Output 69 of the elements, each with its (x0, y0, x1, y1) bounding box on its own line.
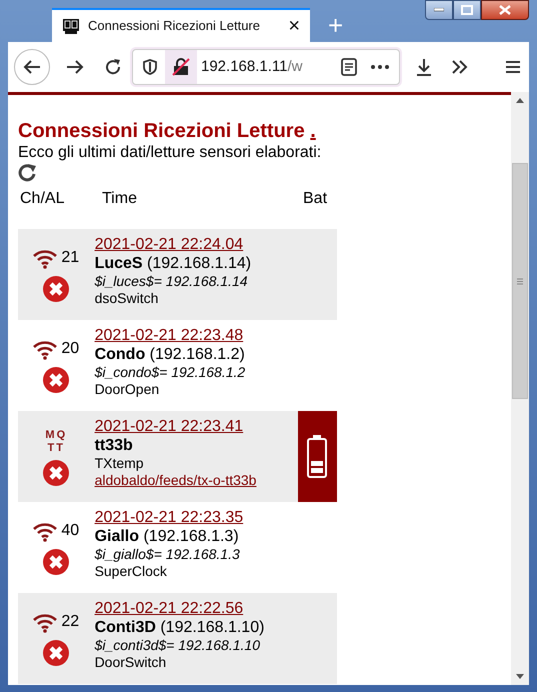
variable-text: $i_conti3d$= 192.168.1.10 (94, 637, 260, 654)
variable-text: $i_luces$= 192.168.1.14 (94, 273, 248, 290)
broken-lock-icon[interactable] (172, 58, 190, 76)
column-header: Bat (303, 190, 328, 207)
wifi-icon (33, 340, 58, 360)
reader-view-icon[interactable] (341, 58, 357, 76)
page-title: Connessioni Ricezioni Letture (18, 120, 305, 142)
menu-icon[interactable] (505, 60, 521, 74)
device-type: TXtemp (94, 455, 144, 472)
timestamp-link[interactable]: 2021-02-21 22:23.41 (94, 417, 244, 436)
error-icon (42, 275, 70, 303)
maximize-icon (461, 5, 473, 15)
reload-icon[interactable] (104, 58, 122, 76)
back-button[interactable] (14, 49, 50, 85)
error-icon (42, 366, 70, 394)
device-name: tt33b (94, 436, 133, 455)
error-icon (42, 548, 70, 576)
device-name: Condo (192.168.1.2) (94, 345, 245, 364)
wifi-icon (33, 522, 58, 542)
subtitle-text: Ecco gli ultimi dati/letture sensori elaborati: (18, 144, 322, 162)
shield-icon[interactable] (143, 59, 157, 75)
column-header: Ch/AL (20, 190, 64, 207)
column-header: Time (102, 190, 137, 207)
mqtt-label: MQ TT (45, 429, 68, 455)
device-type: dsoSwitch (94, 290, 158, 307)
scroll-up-icon[interactable] (516, 98, 524, 103)
refresh-icon[interactable] (18, 164, 38, 182)
more-options-icon[interactable] (371, 65, 389, 69)
wifi-icon (33, 613, 58, 633)
grip-icon (517, 278, 523, 284)
channel-number: 20 (61, 340, 80, 358)
timestamp-link[interactable]: 2021-02-21 22:22.56 (94, 599, 244, 618)
maximize-button[interactable] (453, 0, 481, 20)
display-icon (62, 18, 80, 34)
error-icon (42, 459, 70, 487)
minimize-button[interactable] (425, 0, 453, 20)
variable-text: $i_condo$= 192.168.1.2 (94, 364, 246, 381)
channel-number: 40 (61, 522, 80, 540)
timestamp-link[interactable]: 2021-02-21 22:23.35 (94, 508, 244, 527)
tab-title: Connessioni Ricezioni Letture (88, 17, 261, 36)
close-icon (499, 5, 511, 15)
feed-link[interactable]: aldobaldo/feeds/tx-o-tt33b (94, 472, 256, 489)
error-icon (42, 639, 70, 667)
browser-tab[interactable]: Connessioni Ricezioni Letture × (52, 8, 310, 42)
download-icon[interactable] (416, 58, 432, 76)
chevrons-icon[interactable] (452, 60, 468, 74)
url-text: 192.168.1.11/w (201, 56, 304, 77)
device-type: SuperClock (94, 563, 167, 580)
variable-text: $i_giallo$= 192.168.1.3 (94, 546, 240, 563)
device-name: LuceS (192.168.1.14) (94, 254, 252, 273)
timestamp-link[interactable]: 2021-02-21 22:23.48 (94, 326, 244, 345)
wifi-icon (33, 249, 58, 269)
close-tab-button[interactable]: × (288, 16, 300, 36)
device-name: Conti3D (192.168.1.10) (94, 618, 264, 637)
device-name: Giallo (192.168.1.3) (94, 527, 239, 546)
scrollbar-thumb[interactable] (512, 163, 528, 399)
timestamp-link[interactable]: 2021-02-21 22:24.04 (94, 235, 244, 254)
scroll-down-icon[interactable] (516, 674, 524, 679)
title-link[interactable]: . (310, 120, 316, 142)
minimize-icon (434, 8, 444, 12)
address-bar[interactable]: 192.168.1.11/w (132, 49, 400, 85)
device-type: DoorOpen (94, 381, 160, 398)
close-window-button[interactable] (481, 0, 529, 20)
back-arrow-icon (23, 59, 41, 75)
channel-number: 22 (61, 613, 80, 631)
channel-number: 21 (61, 249, 80, 267)
battery-icon (307, 435, 328, 478)
forward-arrow-icon[interactable] (66, 59, 84, 75)
device-type: DoorSwitch (94, 654, 166, 671)
